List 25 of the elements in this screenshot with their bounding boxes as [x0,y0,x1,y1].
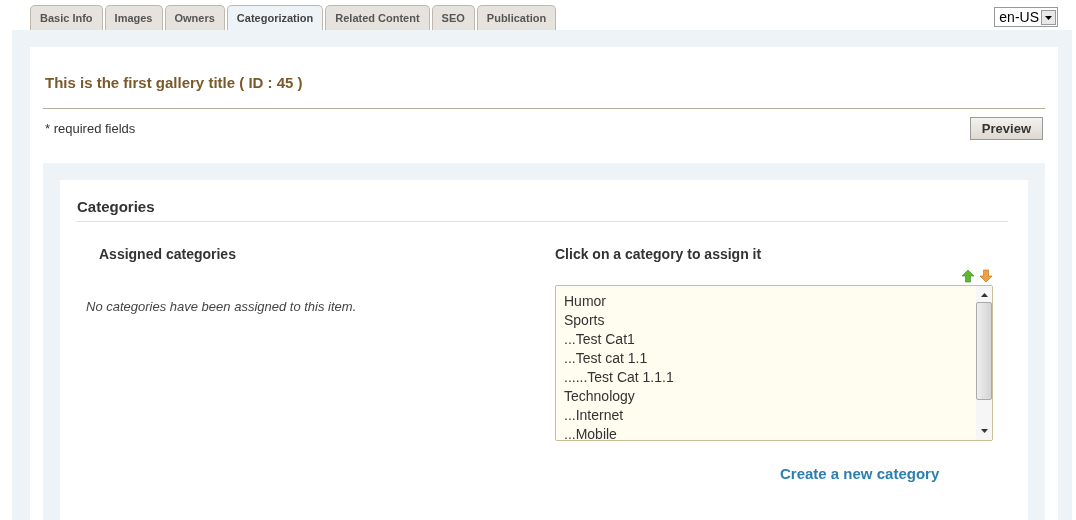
tab[interactable]: Images [104,5,163,30]
category-option[interactable]: Technology [564,387,968,406]
category-option[interactable]: ...Test Cat1 [564,330,968,349]
required-note: * required fields [45,121,136,136]
tab[interactable]: Categorization [226,5,324,30]
tab[interactable]: SEO [431,5,475,30]
tab[interactable]: Publication [476,5,557,30]
preview-button[interactable]: Preview [969,117,1043,140]
category-list[interactable]: Humor Sports ...Test Cat1 ...Test cat 1.1 ......Test Cat 1.1.1 Technology ...Internet ...Mobile [555,285,993,441]
column-heading: Click on a category to assign it [555,246,763,262]
category-option[interactable]: Sports [564,311,968,330]
create-category-link[interactable]: Create a new category [780,465,940,482]
category-option[interactable]: ...Internet [564,406,968,425]
column-heading: Assigned categories [99,246,237,262]
category-option[interactable]: Humor [564,292,968,311]
page-title: This is the first gallery title ( ID : 45 ) [44,73,304,93]
category-option[interactable]: ......Test Cat 1.1.1 [564,368,968,387]
language-select[interactable]: en-US [994,7,1058,27]
category-option[interactable]: ...Test cat 1.1 [564,349,968,368]
tab[interactable]: Basic Info [30,5,103,30]
category-option[interactable]: ...Mobile [564,425,968,440]
tab[interactable]: Related Content [325,5,430,30]
section-heading: Categories [77,198,1008,222]
empty-message: No categories have been assigned to this item. [86,299,358,314]
tab[interactable]: Owners [164,5,225,30]
